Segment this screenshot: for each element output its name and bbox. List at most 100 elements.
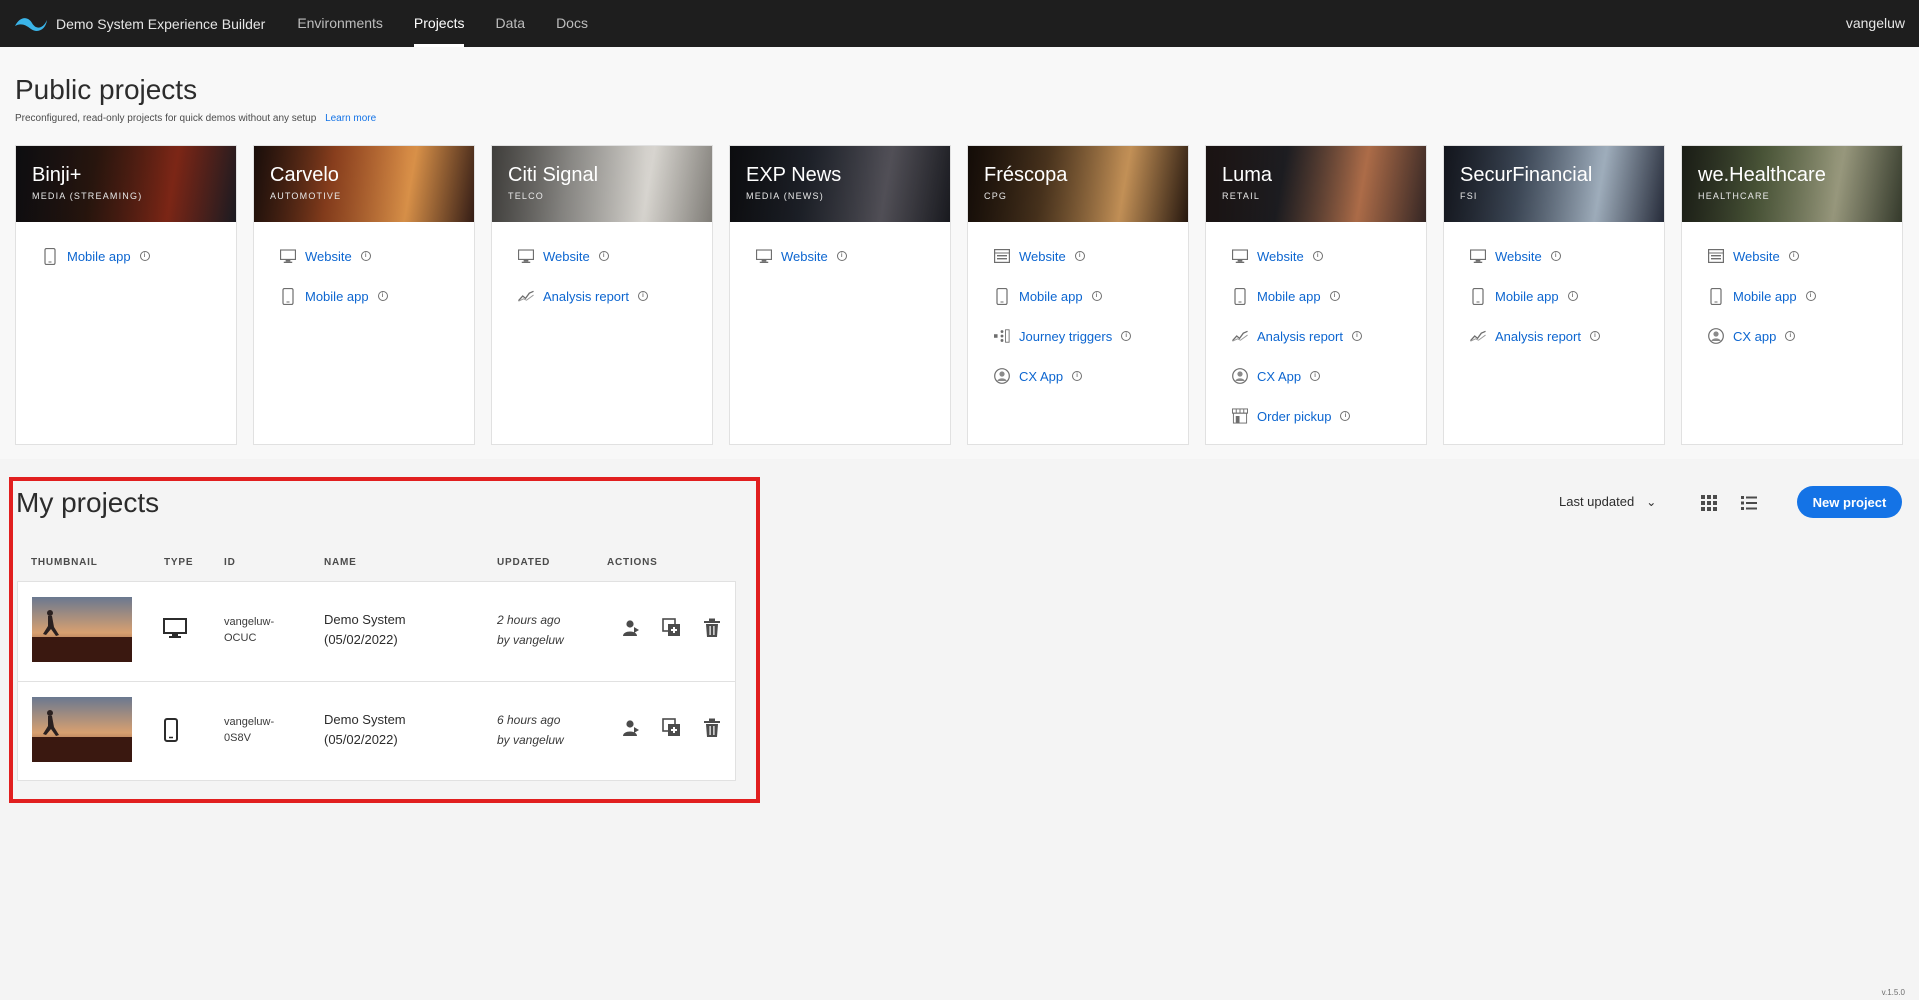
table-row[interactable]: vangeluw- OCUC Demo System (05/02/2022) 2 ho… (18, 582, 735, 682)
info-icon[interactable]: i (598, 251, 609, 261)
project-card-we-healthcare[interactable]: we.Healthcare HEALTHCARE Website i Mobile ap… (1681, 145, 1903, 445)
project-card-citi-signal[interactable]: Citi Signal TELCO Website i Analysis report i (491, 145, 713, 445)
card-link-label[interactable]: Mobile app (1257, 289, 1321, 304)
info-icon[interactable]: i (836, 251, 847, 261)
card-banner-image[interactable]: Luma RETAIL (1206, 146, 1426, 222)
project-card-securfinancial[interactable]: SecurFinancial FSI Website i Mobile app i Anal… (1443, 145, 1665, 445)
card-link-label[interactable]: Website (781, 249, 828, 264)
project-card-carvelo[interactable]: Carvelo AUTOMOTIVE Website i Mobile app i (253, 145, 475, 445)
card-link-journey-triggers[interactable]: Journey triggers i (968, 316, 1188, 356)
card-link-label[interactable]: Website (1733, 249, 1780, 264)
tab-docs[interactable]: Docs (556, 0, 588, 47)
info-icon[interactable]: i (1310, 371, 1321, 381)
card-link-label[interactable]: Mobile app (1495, 289, 1559, 304)
card-banner-image[interactable]: Binji+ MEDIA (STREAMING) (16, 146, 236, 222)
info-icon[interactable]: i (1788, 251, 1799, 261)
project-thumbnail[interactable] (32, 597, 132, 662)
card-banner-image[interactable]: Fréscopa CPG (968, 146, 1188, 222)
card-link-label[interactable]: CX app (1733, 329, 1776, 344)
card-link-label[interactable]: CX App (1019, 369, 1063, 384)
project-card-fr-scopa[interactable]: Fréscopa CPG Website i Mobile app i Journey tr… (967, 145, 1189, 445)
info-icon[interactable]: i (1785, 331, 1796, 341)
info-icon[interactable]: i (1567, 291, 1578, 301)
learn-more-link[interactable]: Learn more (325, 113, 376, 124)
info-icon[interactable]: i (1351, 331, 1362, 341)
card-banner-image[interactable]: SecurFinancial FSI (1444, 146, 1664, 222)
card-link-label[interactable]: Mobile app (67, 249, 131, 264)
duplicate-button[interactable] (662, 617, 682, 641)
card-link-mobile-app[interactable]: Mobile app i (1206, 276, 1426, 316)
info-icon[interactable]: i (139, 251, 150, 261)
card-link-label[interactable]: Analysis report (1257, 329, 1343, 344)
info-icon[interactable]: i (1121, 331, 1132, 341)
card-banner-image[interactable]: Carvelo AUTOMOTIVE (254, 146, 474, 222)
card-link-analysis-report[interactable]: Analysis report i (1444, 316, 1664, 356)
project-card-exp-news[interactable]: EXP News MEDIA (NEWS) Website i (729, 145, 951, 445)
card-link-mobile-app[interactable]: Mobile app i (968, 276, 1188, 316)
card-link-website[interactable]: Website i (1444, 236, 1664, 276)
card-link-order-pickup[interactable]: Order pickup i (1206, 396, 1426, 436)
card-link-cx-app[interactable]: CX app i (1682, 316, 1902, 356)
project-card-binji-[interactable]: Binji+ MEDIA (STREAMING) Mobile app i (15, 145, 237, 445)
project-thumbnail[interactable] (32, 697, 132, 762)
card-link-label[interactable]: Website (1257, 249, 1304, 264)
trash-button[interactable] (702, 618, 722, 641)
col-id[interactable]: ID (224, 557, 236, 568)
card-link-label[interactable]: Analysis report (543, 289, 629, 304)
info-icon[interactable]: i (637, 291, 648, 301)
card-link-analysis-report[interactable]: Analysis report i (1206, 316, 1426, 356)
grid-view-button[interactable] (1698, 492, 1720, 514)
user-menu[interactable]: vangeluw (1846, 0, 1905, 47)
info-icon[interactable]: i (1550, 251, 1561, 261)
card-link-website[interactable]: Website i (1206, 236, 1426, 276)
card-link-website[interactable]: Website i (254, 236, 474, 276)
card-link-label[interactable]: Website (543, 249, 590, 264)
sort-dropdown[interactable]: Last updated ⌄ (1559, 494, 1656, 509)
info-icon[interactable]: i (1340, 411, 1351, 421)
app-title[interactable]: Demo System Experience Builder (56, 16, 265, 32)
card-banner-image[interactable]: Citi Signal TELCO (492, 146, 712, 222)
list-view-button[interactable] (1738, 492, 1760, 514)
duplicate-button[interactable] (662, 717, 682, 741)
card-link-label[interactable]: Order pickup (1257, 409, 1331, 424)
info-icon[interactable]: i (360, 251, 371, 261)
project-card-luma[interactable]: Luma RETAIL Website i Mobile app i Analysis re… (1205, 145, 1427, 445)
tab-projects[interactable]: Projects (413, 0, 464, 47)
col-thumbnail[interactable]: THUMBNAIL (31, 557, 98, 568)
info-icon[interactable]: i (1589, 331, 1600, 341)
card-link-label[interactable]: Website (1019, 249, 1066, 264)
col-name[interactable]: NAME (324, 557, 357, 568)
col-updated[interactable]: UPDATED (497, 557, 550, 568)
info-icon[interactable]: i (1312, 251, 1323, 261)
app-logo-icon[interactable] (14, 14, 48, 34)
share-user-button[interactable] (622, 719, 642, 741)
card-link-cx-app[interactable]: CX App i (968, 356, 1188, 396)
tab-data[interactable]: Data (495, 0, 525, 47)
info-icon[interactable]: i (377, 291, 388, 301)
tab-environments[interactable]: Environments (297, 0, 383, 47)
card-link-website[interactable]: Website i (730, 236, 950, 276)
trash-button[interactable] (702, 718, 722, 741)
card-link-label[interactable]: CX App (1257, 369, 1301, 384)
share-user-button[interactable] (622, 619, 642, 641)
card-link-cx-app[interactable]: CX App i (1206, 356, 1426, 396)
card-link-label[interactable]: Analysis report (1495, 329, 1581, 344)
card-link-label[interactable]: Mobile app (305, 289, 369, 304)
card-link-label[interactable]: Mobile app (1733, 289, 1797, 304)
col-type[interactable]: TYPE (164, 557, 193, 568)
card-banner-image[interactable]: EXP News MEDIA (NEWS) (730, 146, 950, 222)
card-link-website[interactable]: Website i (968, 236, 1188, 276)
card-link-mobile-app[interactable]: Mobile app i (254, 276, 474, 316)
table-row[interactable]: vangeluw- 0S8V Demo System (05/02/2022) 6 ho… (18, 682, 735, 782)
card-link-label[interactable]: Journey triggers (1019, 329, 1112, 344)
card-banner-image[interactable]: we.Healthcare HEALTHCARE (1682, 146, 1902, 222)
card-link-label[interactable]: Mobile app (1019, 289, 1083, 304)
card-link-mobile-app[interactable]: Mobile app i (1444, 276, 1664, 316)
info-icon[interactable]: i (1329, 291, 1340, 301)
card-link-website[interactable]: Website i (1682, 236, 1902, 276)
info-icon[interactable]: i (1072, 371, 1083, 381)
info-icon[interactable]: i (1091, 291, 1102, 301)
card-link-analysis-report[interactable]: Analysis report i (492, 276, 712, 316)
card-link-label[interactable]: Website (1495, 249, 1542, 264)
card-link-mobile-app[interactable]: Mobile app i (1682, 276, 1902, 316)
